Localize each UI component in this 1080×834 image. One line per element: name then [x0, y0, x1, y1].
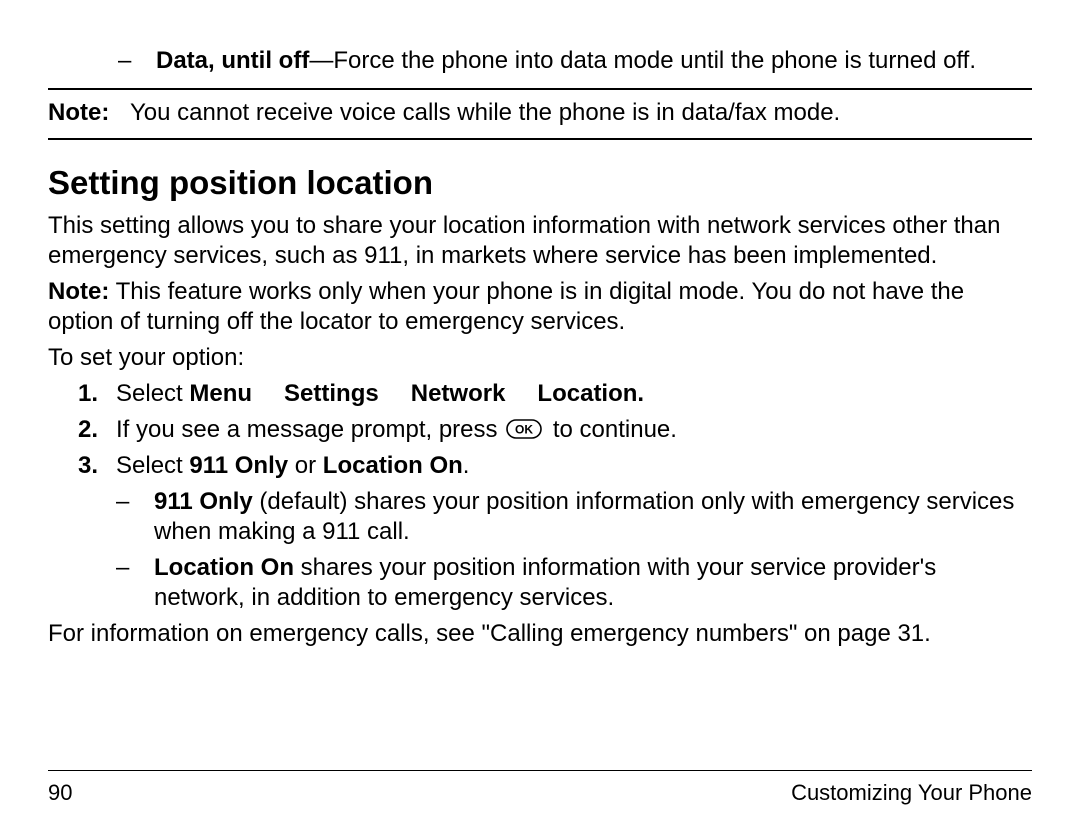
step-prefix: Select: [116, 380, 189, 407]
bullet-text: Data, until off—Force the phone into dat…: [156, 46, 1032, 76]
step-body: Select MenuSettingsNetworkLocation.: [116, 379, 1032, 409]
bullet-rest: (default) shares your position informati…: [154, 488, 1014, 545]
document-page: – Data, until off—Force the phone into d…: [0, 0, 1080, 834]
bullet-dash: –: [118, 46, 156, 76]
bullet-text: 911 Only (default) shares your position …: [154, 487, 1032, 547]
step-mid: or: [288, 452, 323, 479]
step-text-before: If you see a message prompt, press: [116, 416, 504, 443]
step-bold-2: Location On: [323, 452, 463, 479]
step-prefix: Select: [116, 452, 189, 479]
bullet-bold: 911 Only: [154, 488, 253, 515]
step-1: 1. Select MenuSettingsNetworkLocation.: [78, 379, 1032, 409]
bullet-bold: Location On: [154, 554, 294, 581]
bullet-bold: Data, until off: [156, 47, 309, 74]
svg-text:OK: OK: [515, 423, 533, 437]
note-label: Note:: [48, 98, 130, 128]
outro-paragraph: For information on emergency calls, see …: [48, 619, 1032, 649]
note-block: Note: You cannot receive voice calls whi…: [48, 88, 1032, 140]
step-body: Select 911 Only or Location On.: [116, 451, 1032, 481]
to-set-line: To set your option:: [48, 343, 1032, 373]
inline-note-label: Note:: [48, 278, 109, 305]
page-footer: 90 Customizing Your Phone: [48, 770, 1032, 807]
note-text: You cannot receive voice calls while the…: [130, 98, 1032, 128]
step-number: 1.: [78, 379, 116, 409]
step-body: If you see a message prompt, press OK to…: [116, 415, 1032, 445]
ok-key-icon: OK: [506, 417, 542, 447]
note-paragraph: Note: This feature works only when your …: [48, 277, 1032, 337]
sub-bullet-2: – Location On shares your position infor…: [116, 553, 1032, 613]
step-suffix: .: [463, 452, 470, 479]
sub-bullet-1: – 911 Only (default) shares your positio…: [116, 487, 1032, 547]
intro-paragraph: This setting allows you to share your lo…: [48, 211, 1032, 271]
menu-path: MenuSettingsNetworkLocation.: [189, 380, 644, 407]
inline-note-text: This feature works only when your phone …: [48, 278, 964, 335]
step-bold-1: 911 Only: [189, 452, 288, 479]
step-3: 3. Select 911 Only or Location On.: [78, 451, 1032, 481]
bullet-text: Location On shares your position informa…: [154, 553, 1032, 613]
step-text-after: to continue.: [553, 416, 677, 443]
step-number: 3.: [78, 451, 116, 481]
section-heading: Setting position location: [48, 162, 1032, 203]
step-2: 2. If you see a message prompt, press OK…: [78, 415, 1032, 445]
page-number: 90: [48, 779, 72, 807]
top-bullet-item: – Data, until off—Force the phone into d…: [118, 46, 1032, 76]
step-number: 2.: [78, 415, 116, 445]
bullet-dash: –: [116, 553, 154, 613]
bullet-dash: –: [116, 487, 154, 547]
bullet-rest: —Force the phone into data mode until th…: [309, 47, 976, 74]
section-name: Customizing Your Phone: [791, 779, 1032, 807]
